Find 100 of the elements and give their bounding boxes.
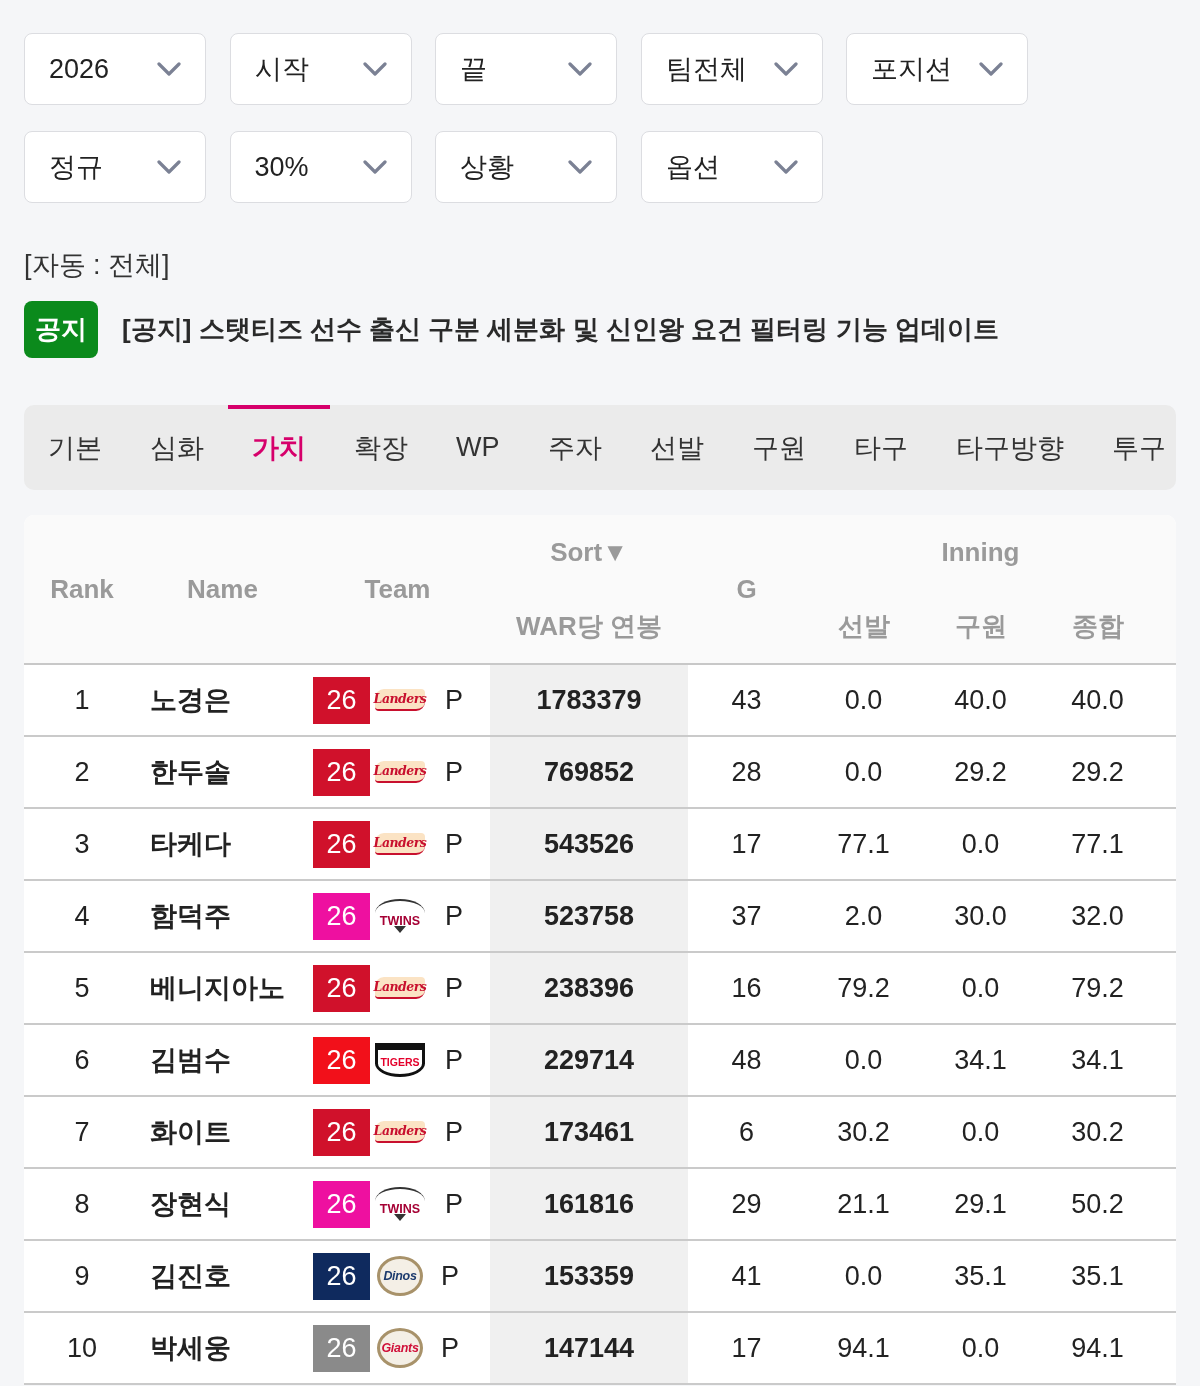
inning-cell-text: 40.0 bbox=[953, 683, 1008, 717]
inning-cell-text: 29.2 bbox=[953, 755, 1008, 789]
value-cell: 229714 bbox=[490, 1025, 688, 1095]
inning-cell-text: 0.0 bbox=[843, 1259, 884, 1293]
inning-cell-text: 79.2 bbox=[1070, 971, 1125, 1005]
chevron-down-icon bbox=[979, 62, 1003, 76]
year-badge: 26 bbox=[313, 820, 370, 868]
column-header: Rank bbox=[49, 572, 115, 606]
position-cell: P bbox=[445, 1116, 463, 1148]
player-name: 함덕주 bbox=[149, 900, 232, 933]
year-badge: 26 bbox=[313, 1036, 370, 1084]
tab[interactable]: 타구 bbox=[829, 405, 932, 490]
column-header: Name bbox=[186, 572, 259, 606]
player-name: 김범수 bbox=[149, 1044, 232, 1077]
column-header: WAR당 연봉 bbox=[515, 609, 663, 643]
dropdown[interactable]: 끝 bbox=[435, 33, 617, 105]
value-cell: 1783379 bbox=[490, 665, 688, 735]
position-cell: P bbox=[445, 828, 463, 860]
inning-cell-text: 0.0 bbox=[960, 971, 1001, 1005]
dropdown[interactable]: 2026 bbox=[24, 33, 206, 105]
column-header: 구원 bbox=[953, 609, 1008, 643]
games-cell-text: 6 bbox=[738, 1115, 755, 1149]
inning-cell-text: 30.2 bbox=[836, 1115, 891, 1149]
player-name: 타케다 bbox=[149, 828, 232, 861]
inning-cell-text: 0.0 bbox=[960, 827, 1001, 861]
tab[interactable]: 기본 bbox=[24, 405, 126, 490]
player-name: 김진호 bbox=[149, 1260, 232, 1293]
mode-label: [자동 : 전체] bbox=[24, 249, 171, 282]
team-logo: TIGERS bbox=[375, 1043, 425, 1077]
tab[interactable]: 가치 bbox=[228, 405, 330, 490]
inning-cell-text: 35.1 bbox=[953, 1259, 1008, 1293]
year-badge: 26 bbox=[313, 676, 370, 724]
year-badge: 26 bbox=[313, 892, 370, 940]
dropdown[interactable]: 포지션 bbox=[846, 33, 1028, 105]
value-cell: 769852 bbox=[490, 737, 688, 807]
tab[interactable]: 구원 bbox=[727, 405, 830, 490]
dropdown[interactable]: 30% bbox=[229, 131, 412, 203]
year-badge: 26 bbox=[313, 748, 370, 796]
dropdown[interactable]: 팀전체 bbox=[640, 33, 823, 105]
tab[interactable]: 타구방향 bbox=[931, 405, 1088, 490]
tab[interactable]: 주자 bbox=[523, 405, 626, 490]
column-header: G bbox=[735, 572, 758, 606]
inning-cell-text: 29.2 bbox=[1070, 755, 1125, 789]
rank-cell-text: 9 bbox=[73, 1259, 91, 1293]
year-badge: 26 bbox=[313, 1252, 370, 1300]
games-cell-text: 17 bbox=[730, 827, 763, 861]
player-name: 베니지아노 bbox=[149, 972, 286, 1005]
chevron-down-icon bbox=[362, 160, 387, 174]
rank-cell-text: 3 bbox=[73, 827, 91, 861]
chevron-down-icon bbox=[157, 62, 181, 76]
tab[interactable]: 심화 bbox=[126, 405, 228, 490]
player-name: 장현식 bbox=[149, 1188, 232, 1221]
dropdown[interactable]: 시작 bbox=[229, 33, 412, 105]
inning-cell-text: 21.1 bbox=[836, 1187, 891, 1221]
inning-cell-text: 35.1 bbox=[1070, 1259, 1125, 1293]
dropdown[interactable]: 상황 bbox=[435, 131, 617, 203]
player-name: 박세웅 bbox=[149, 1332, 232, 1365]
player-name: 화이트 bbox=[149, 1116, 232, 1149]
inning-cell-text: 34.1 bbox=[953, 1043, 1008, 1077]
year-badge: 26 bbox=[313, 1180, 370, 1228]
value-cell: 161816 bbox=[490, 1169, 688, 1239]
games-cell-text: 28 bbox=[730, 755, 763, 789]
dropdown[interactable]: 정규 bbox=[24, 131, 206, 203]
team-logo: Landers bbox=[375, 1121, 425, 1143]
games-cell-text: 41 bbox=[730, 1259, 763, 1293]
games-cell-text: 43 bbox=[730, 683, 763, 717]
inning-cell-text: 2.0 bbox=[843, 899, 884, 933]
inning-cell-text: 0.0 bbox=[843, 755, 884, 789]
rank-cell-text: 1 bbox=[73, 683, 91, 717]
chevron-down-icon bbox=[362, 62, 387, 76]
year-badge: 26 bbox=[313, 1324, 370, 1372]
year-badge: 26 bbox=[313, 964, 370, 1012]
player-name: 한두솔 bbox=[149, 756, 232, 789]
chevron-down-icon bbox=[568, 62, 592, 76]
position-cell: P bbox=[445, 972, 463, 1004]
value-cell: 238396 bbox=[490, 953, 688, 1023]
tab[interactable]: WP bbox=[432, 405, 524, 490]
rank-cell-text: 10 bbox=[65, 1331, 98, 1365]
dropdown[interactable]: 옵션 bbox=[640, 131, 823, 203]
position-cell: P bbox=[445, 900, 463, 932]
team-logo: Landers bbox=[375, 689, 425, 711]
tab[interactable]: 확장 bbox=[330, 405, 432, 490]
team-logo: Landers bbox=[375, 977, 425, 999]
team-logo: Landers bbox=[375, 761, 425, 783]
rank-cell-text: 8 bbox=[73, 1187, 91, 1221]
team-logo: Giants bbox=[377, 1328, 423, 1368]
inning-cell-text: 0.0 bbox=[843, 1043, 884, 1077]
tab[interactable]: 선발 bbox=[625, 405, 728, 490]
rank-cell-text: 4 bbox=[73, 899, 91, 933]
notice-link[interactable]: [공지] 스탯티즈 선수 출신 구분 세분화 및 신인왕 요건 필터링 기능 업데이트 bbox=[122, 312, 999, 347]
rank-cell-text: 6 bbox=[73, 1043, 91, 1077]
tab[interactable]: 투구 bbox=[1087, 405, 1176, 490]
inning-cell-text: 0.0 bbox=[843, 683, 884, 717]
column-header: Team bbox=[363, 572, 432, 606]
value-cell: 523758 bbox=[490, 881, 688, 951]
inning-cell-text: 0.0 bbox=[960, 1115, 1001, 1149]
group-header: Inning bbox=[940, 535, 1021, 569]
games-cell-text: 37 bbox=[730, 899, 763, 933]
team-logo: TWINS bbox=[375, 1187, 425, 1221]
position-cell: P bbox=[445, 684, 463, 716]
